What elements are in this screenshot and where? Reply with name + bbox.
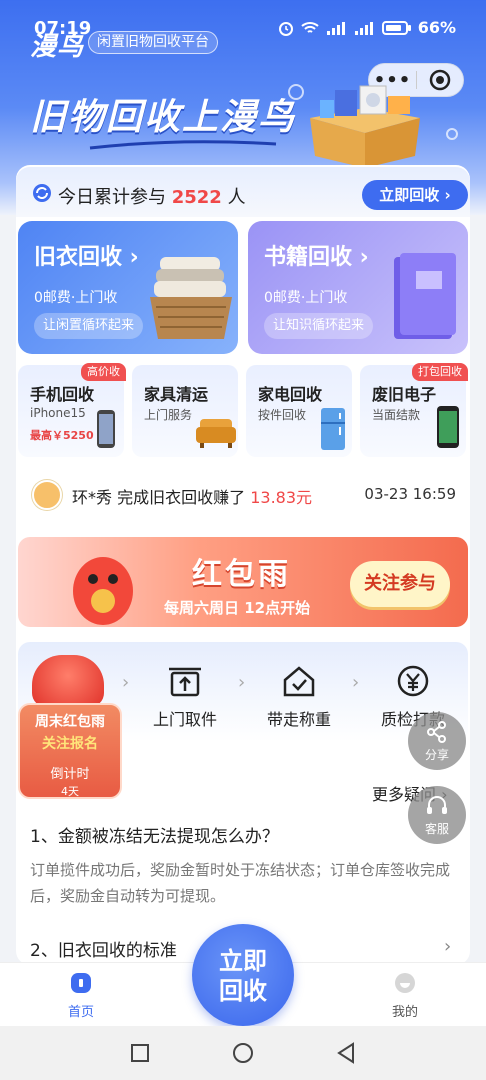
share-label: 分享 [424,748,449,762]
participation-prefix: 今日累计参与 [58,187,166,208]
slogan-underline [89,140,277,150]
step-weigh: 带走称重 [254,662,344,730]
status-icons: 66% [278,18,456,37]
card-title: 家电回收 [258,385,323,404]
user-face-icon [395,973,415,993]
step-label: 上门取件 [152,710,217,729]
headset-icon [427,796,447,814]
participation-number: 2522 [171,187,222,208]
signal-icon [354,21,373,35]
customer-service-button[interactable]: 客服 [408,786,466,844]
app-logo: 漫鸟 [30,32,85,62]
faq-question[interactable]: 2、旧衣回收的标准 [30,936,177,961]
sofa-icon [196,419,236,448]
phone-icon [437,406,459,448]
wifi-icon [301,21,319,33]
card-tag: 打包回收 [412,363,468,381]
recents-icon[interactable] [130,1043,150,1063]
promo-body: 周末红包雨 关注报名 倒计时 4天 [18,703,122,799]
red-envelope-banner[interactable]: 红包雨 每周六周日 12点开始 关注参与 [18,537,468,627]
home-circle-icon[interactable] [232,1042,254,1064]
pickup-box-icon [169,667,201,697]
service-label: 客服 [424,822,449,836]
card-title: 书籍回收 › [264,245,369,270]
user-avatar [32,480,62,510]
recycle-box-illustration [310,85,420,168]
participation-count: 今日累计参与 2522 人 [58,183,246,209]
follow-join-button[interactable]: 关注参与 [350,561,450,607]
chevron-right-icon: › [352,672,360,693]
signal-icon [326,21,345,35]
card-title: 手机回收 [30,385,95,404]
promo-countdown-label: 倒计时 [50,767,90,782]
back-icon[interactable] [336,1042,356,1064]
card-title: 家具清运 [144,385,209,404]
share-button[interactable]: 分享 [408,712,466,770]
card-subtitle: 0邮费·上门收 [264,290,348,306]
card-subtitle: 按件回收 [258,408,307,422]
clothes-basket-icon [150,257,232,339]
promo-countdown-value: 4天 [61,785,79,798]
notice-amount: 13.83元 [250,488,313,507]
promo-signup: 关注报名 [42,736,98,752]
promo-title: 周末红包雨 [35,714,105,730]
notice-user: 环*秀 [72,488,113,507]
yuan-coin-icon [397,665,429,697]
card-subtitle: iPhone15 [30,406,86,420]
card-subtitle: 当面结款 [372,408,421,422]
card-subtitle: 上门服务 [144,408,193,422]
fridge-icon [321,408,345,450]
system-nav-bar [0,1026,486,1080]
book-icon [394,253,456,339]
tab-home[interactable]: 首页 [36,971,126,1020]
books-recycle-card[interactable]: 书籍回收 › 0邮费·上门收 让知识循环起来 [248,221,468,354]
electronics-recycle-card[interactable]: 打包回收 废旧电子 当面结款 [360,363,468,457]
card-pill: 让知识循环起来 [264,313,374,339]
card-tag: 高价收 [81,363,126,381]
phone-recycle-card[interactable]: 高价收 手机回收 iPhone15 最高￥5250 [18,363,126,457]
banner-title: 红包雨 [192,557,291,592]
phone-icon [97,410,115,448]
activity-notice: 环*秀 完成旧衣回收赚了 13.83元 03-23 16:59 [18,470,468,520]
card-title: 旧衣回收 › [34,245,139,270]
appliance-recycle-card[interactable]: 家电回收 按件回收 [246,365,352,457]
weekend-promo-widget[interactable]: 周末红包雨 关注报名 倒计时 4天 [18,655,124,801]
faq-question[interactable]: 1、金额被冻结无法提现怎么办？ [30,822,279,847]
faq-answer: 订单揽件成功后，奖励金暂时处于冻结状态；订单仓库签收完成后，奖励金自动转为可提现… [30,861,451,905]
share-icon [427,721,446,743]
tab-label: 我的 [391,1005,418,1020]
battery-percent: 66% [417,18,456,37]
hero-slogan: 旧物回收上漫鸟 [30,97,297,138]
promo-mascot [32,655,104,707]
tab-mine[interactable]: 我的 [360,971,450,1020]
notice-text: 完成旧衣回收赚了 [117,488,246,507]
clothes-recycle-card[interactable]: 旧衣回收 › 0邮费·上门收 让闲置循环起来 [18,221,238,354]
decor-bubble [446,128,458,140]
home-icon [71,973,91,993]
platform-badge: 闲置旧物回收平台 [88,31,218,54]
furniture-clearing-card[interactable]: 家具清运 上门服务 [132,365,238,457]
banner-subtitle: 每周六周日 12点开始 [164,599,311,617]
step-pickup: 上门取件 [140,662,230,730]
battery-icon [381,20,411,35]
card-price: 最高￥5250 [30,429,94,442]
participation-suffix: 人 [227,187,246,208]
notice-time: 03-23 16:59 [364,485,456,503]
mascot-icon [73,557,133,625]
tab-label: 首页 [67,1005,94,1020]
home-check-icon [283,666,315,697]
notice-message: 环*秀 完成旧衣回收赚了 13.83元 [72,484,312,508]
recycle-now-fab[interactable]: 立即 回收 [192,924,294,1026]
recycle-now-button[interactable]: 立即回收 › [362,180,468,210]
globe-recycle-icon [33,184,51,202]
card-subtitle: 0邮费·上门收 [34,290,118,306]
card-title: 废旧电子 [372,385,437,404]
alarm-icon [278,21,293,36]
chevron-right-icon: › [238,672,246,693]
card-pill: 让闲置循环起来 [34,313,144,339]
step-label: 带走称重 [266,710,331,729]
chevron-right-icon: › [444,936,452,957]
decor-bubble [288,84,304,100]
